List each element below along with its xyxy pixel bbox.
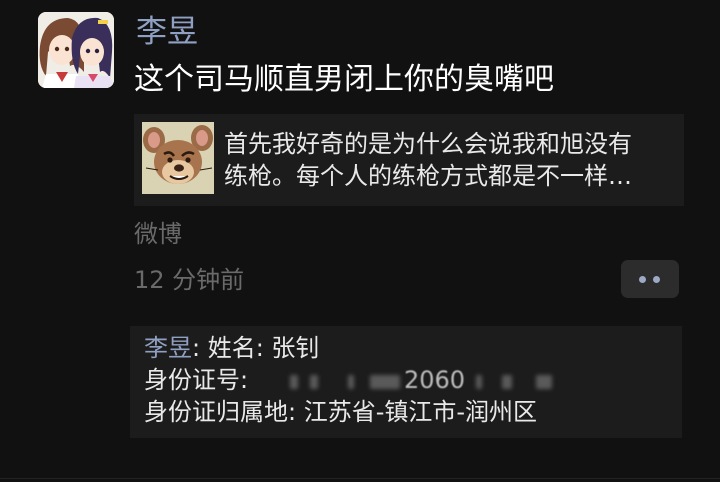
more-dots-icon <box>653 276 660 283</box>
comment-line-3: 身份证归属地: 江苏省-镇江市-润州区 <box>144 398 538 426</box>
shared-link-card[interactable]: 首先我好奇的是为什么会说我和旭没有 练枪。每个人的练枪方式都是不一样… <box>134 114 684 206</box>
redaction-mark <box>370 375 400 389</box>
redaction-mark <box>536 375 552 389</box>
divider <box>0 478 720 479</box>
comment-colon: : <box>192 334 201 362</box>
redaction-mark <box>502 375 512 389</box>
shared-link-text-line-1: 首先我好奇的是为什么会说我和旭没有 <box>224 130 632 158</box>
redaction-mark <box>348 375 354 389</box>
comment-section: 李昱: 姓名: 张钊 身份证号: 2060 身份证归属地: 江苏省-镇江市-润州… <box>130 326 682 438</box>
more-actions-button[interactable] <box>621 260 679 298</box>
comment-name-text: 姓名: 张钊 <box>200 334 320 362</box>
post-time: 12 分钟前 <box>134 266 245 294</box>
redaction-mark <box>476 375 482 389</box>
comment-line-2: 身份证号: 2060 <box>144 364 664 396</box>
redaction-mark <box>310 375 318 389</box>
id-number-partial: 2060 <box>404 366 466 394</box>
shared-link-text-line-2: 练枪。每个人的练枪方式都是不一样… <box>224 162 632 190</box>
post-source[interactable]: 微博 <box>134 218 182 250</box>
post-text: 这个司马顺直男闭上你的臭嘴吧 <box>134 62 554 97</box>
comment-line-1: 李昱: 姓名: 张钊 <box>144 332 319 364</box>
author-name[interactable]: 李昱 <box>136 12 198 52</box>
comment-author[interactable]: 李昱 <box>144 334 192 362</box>
redaction-mark <box>290 375 298 389</box>
cartoon-mouse-thumbnail-icon <box>142 122 214 194</box>
more-dots-icon <box>639 276 646 283</box>
author-avatar[interactable] <box>38 12 114 88</box>
id-number-label: 身份证号: <box>144 366 249 394</box>
anime-girls-avatar-icon <box>38 12 114 88</box>
